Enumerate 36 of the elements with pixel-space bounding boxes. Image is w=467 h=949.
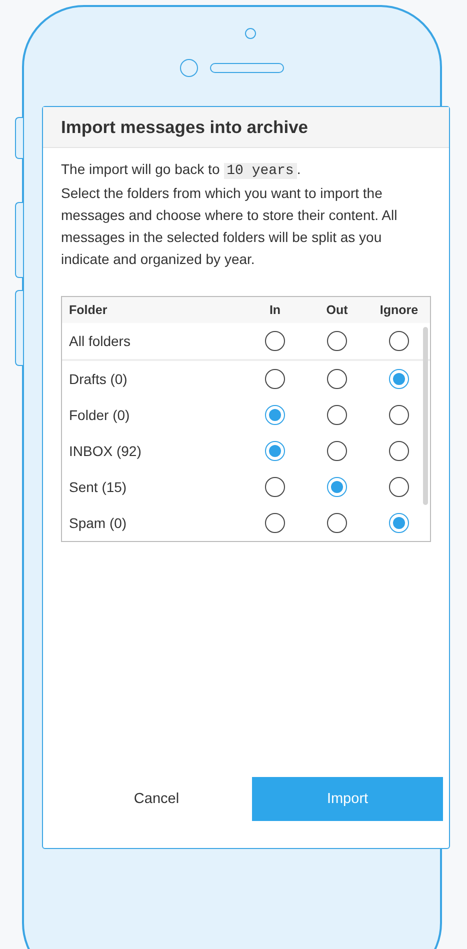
intro-text: The import will go back to 10 years . (61, 160, 302, 181)
folder-name: Spam (0) (68, 515, 128, 531)
radio-button[interactable] (265, 331, 285, 351)
scrollbar[interactable] (423, 327, 428, 505)
speaker-icon (210, 63, 284, 73)
column-header: Folder (68, 303, 108, 317)
column-header: In (268, 303, 282, 317)
radio-button[interactable] (265, 369, 285, 389)
column-header: Ignore (378, 303, 420, 317)
radio-button[interactable] (327, 369, 347, 389)
folder-name: All folders (68, 333, 132, 349)
radio-button[interactable] (265, 405, 285, 425)
radio-button[interactable] (389, 513, 409, 533)
folder-name: Folder (0) (68, 407, 131, 423)
radio-button[interactable] (389, 331, 409, 351)
folder-name: Drafts (0) (68, 371, 128, 387)
folder-name: Sent (15) (68, 479, 128, 495)
camera-icon (244, 28, 256, 39)
radio-button[interactable] (327, 405, 347, 425)
radio-button[interactable] (265, 513, 285, 533)
radio-button[interactable] (389, 441, 409, 461)
radio-button[interactable] (327, 441, 347, 461)
radio-button[interactable] (389, 477, 409, 497)
description-text: Select the folders from which you want to import the messages and choose where to store their content. All messages in the selected folders will be split as you indicate and organized by year. (61, 184, 398, 269)
radio-button[interactable] (327, 331, 347, 351)
dialog-title: Import messages into archive (61, 117, 308, 137)
radio-button[interactable] (327, 477, 347, 497)
lens-icon (180, 59, 198, 77)
column-header: Out (325, 303, 349, 317)
radio-button[interactable] (389, 369, 409, 389)
cancel-button[interactable]: Cancel (61, 777, 252, 821)
radio-button[interactable] (265, 441, 285, 461)
folder-name: INBOX (92) (68, 443, 142, 459)
radio-button[interactable] (327, 513, 347, 533)
radio-button[interactable] (389, 405, 409, 425)
radio-button[interactable] (265, 477, 285, 497)
